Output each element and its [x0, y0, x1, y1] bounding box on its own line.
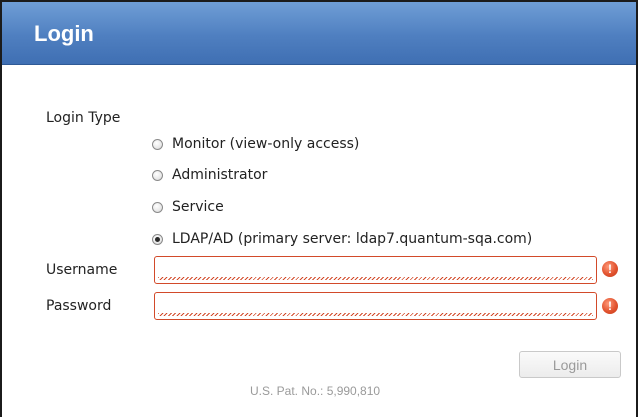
username-input[interactable]: [155, 257, 596, 283]
radio-monitor-label: Monitor (view-only access): [172, 136, 360, 152]
radio-button-icon[interactable]: [152, 201, 163, 213]
radio-button-selected-icon[interactable]: [152, 233, 163, 245]
username-field[interactable]: [154, 256, 597, 284]
patent-notice: U.S. Pat. No.: 5,990,810: [250, 384, 381, 398]
login-dialog: Login Login Type Monitor (view-only acce…: [0, 0, 638, 417]
password-error-icon: !: [602, 298, 618, 314]
radio-service-label: Service: [172, 199, 224, 215]
radio-service[interactable]: Service: [152, 197, 224, 217]
radio-button-icon[interactable]: [152, 169, 163, 181]
dialog-title: Login: [34, 21, 94, 46]
radio-administrator-label: Administrator: [172, 167, 268, 183]
radio-ldap-label: LDAP/AD (primary server: ldap7.quantum-s…: [172, 231, 533, 247]
login-type-label: Login Type: [46, 110, 121, 126]
username-error-icon: !: [602, 261, 618, 277]
password-input[interactable]: [155, 293, 596, 319]
username-label: Username: [46, 262, 118, 278]
radio-ldap[interactable]: LDAP/AD (primary server: ldap7.quantum-s…: [152, 229, 532, 249]
radio-administrator[interactable]: Administrator: [152, 165, 267, 185]
title-bar: Login: [2, 2, 636, 65]
radio-button-icon[interactable]: [152, 138, 163, 150]
password-field[interactable]: [154, 292, 597, 320]
login-button[interactable]: Login: [519, 351, 621, 378]
password-label: Password: [46, 298, 112, 314]
radio-monitor[interactable]: Monitor (view-only access): [152, 134, 359, 154]
